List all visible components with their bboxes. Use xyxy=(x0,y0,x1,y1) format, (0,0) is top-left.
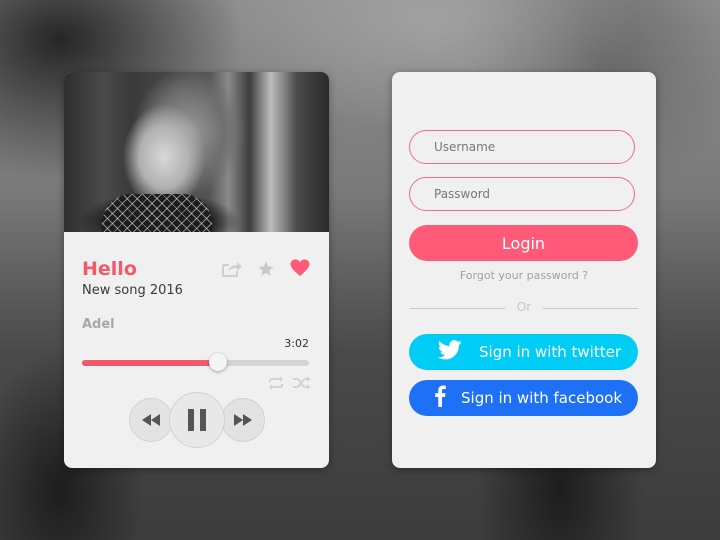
twitter-icon xyxy=(437,340,463,364)
twitter-signin-label: Sign in with twitter xyxy=(479,343,621,361)
facebook-signin-label: Sign in with facebook xyxy=(461,389,623,407)
progress-thumb[interactable] xyxy=(209,353,228,371)
song-title: Hello xyxy=(82,258,137,280)
password-input[interactable] xyxy=(409,177,635,211)
shuffle-icon[interactable] xyxy=(292,375,312,391)
divider-right xyxy=(543,308,638,309)
star-icon[interactable] xyxy=(256,259,276,279)
or-separator: Or xyxy=(516,300,532,314)
login-card: Login Forgot your password ? Or Sign in … xyxy=(392,72,656,468)
share-icon[interactable] xyxy=(221,260,243,278)
artist-name: Adel xyxy=(82,317,115,332)
artwork-detail xyxy=(102,194,212,232)
forgot-password-link[interactable]: Forgot your password ? xyxy=(392,269,656,282)
progress-slider[interactable] xyxy=(82,353,309,371)
facebook-signin-button[interactable]: Sign in with facebook xyxy=(409,380,638,416)
heart-icon[interactable] xyxy=(289,258,311,278)
fast-forward-button[interactable] xyxy=(221,398,265,442)
song-subtitle: New song 2016 xyxy=(82,283,183,298)
progress-fill xyxy=(82,360,219,366)
repeat-icon[interactable] xyxy=(266,375,286,391)
twitter-signin-button[interactable]: Sign in with twitter xyxy=(409,334,638,370)
pause-button[interactable] xyxy=(169,392,225,448)
rewind-icon xyxy=(142,414,160,426)
duration-label: 3:02 xyxy=(284,337,309,350)
username-input[interactable] xyxy=(409,130,635,164)
fast-forward-icon xyxy=(234,414,252,426)
facebook-icon xyxy=(433,385,447,411)
rewind-button[interactable] xyxy=(129,398,173,442)
login-button[interactable]: Login xyxy=(409,225,638,261)
music-player-card: Hello New song 2016 Adel 3:02 xyxy=(64,72,329,468)
album-artwork xyxy=(64,72,329,232)
pause-icon xyxy=(188,409,206,431)
